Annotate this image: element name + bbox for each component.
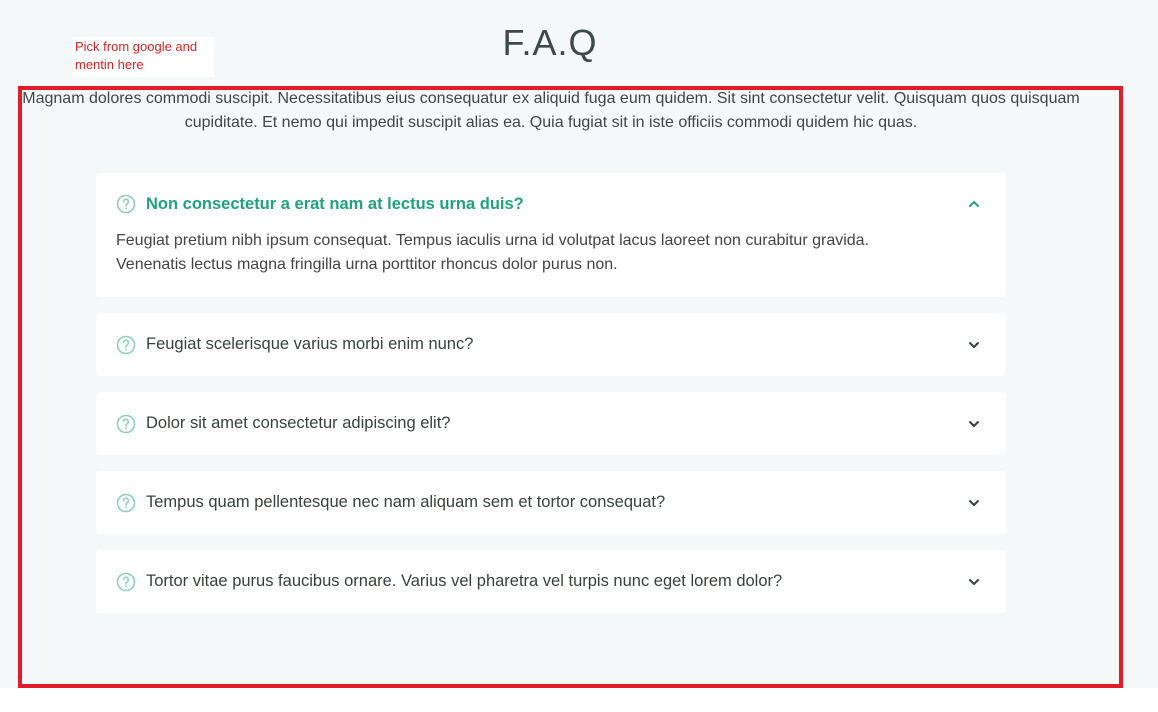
chevron-up-icon[interactable]	[967, 197, 981, 211]
faq-item[interactable]: Dolor sit amet consectetur adipiscing el…	[96, 392, 1006, 455]
intro-text: Magnam dolores commodi suscipit. Necessi…	[22, 90, 1080, 131]
page-bottom-strip	[0, 688, 1158, 712]
faq-header[interactable]: Tortor vitae purus faucibus ornare. Vari…	[116, 550, 986, 613]
faq-item[interactable]: Non consectetur a erat nam at lectus urn…	[96, 173, 1006, 297]
faq-header[interactable]: Non consectetur a erat nam at lectus urn…	[116, 193, 986, 215]
question-circle-icon	[116, 572, 136, 591]
chevron-down-icon[interactable]	[967, 496, 981, 510]
faq-question[interactable]: Feugiat scelerisque varius morbi enim nu…	[146, 335, 967, 354]
faq-item[interactable]: Tortor vitae purus faucibus ornare. Vari…	[96, 550, 1006, 613]
chevron-down-icon[interactable]	[967, 338, 981, 352]
faq-question[interactable]: Dolor sit amet consectetur adipiscing el…	[146, 414, 967, 433]
faq-header[interactable]: Tempus quam pellentesque nec nam aliquam…	[116, 471, 986, 534]
question-circle-icon	[116, 194, 136, 214]
faq-question[interactable]: Tortor vitae purus faucibus ornare. Vari…	[146, 572, 967, 591]
question-circle-icon	[116, 414, 136, 433]
faq-header[interactable]: Dolor sit amet consectetur adipiscing el…	[116, 392, 986, 455]
chevron-down-icon[interactable]	[967, 575, 981, 589]
faq-item[interactable]: Tempus quam pellentesque nec nam aliquam…	[96, 471, 1006, 534]
question-circle-icon	[116, 335, 136, 354]
faq-header[interactable]: Feugiat scelerisque varius morbi enim nu…	[116, 313, 986, 376]
faq-question[interactable]: Tempus quam pellentesque nec nam aliquam…	[146, 493, 967, 512]
chevron-down-icon[interactable]	[967, 417, 981, 431]
faq-item[interactable]: Feugiat scelerisque varius morbi enim nu…	[96, 313, 1006, 376]
faq-question[interactable]: Non consectetur a erat nam at lectus urn…	[146, 195, 967, 214]
faq-list: Non consectetur a erat nam at lectus urn…	[96, 173, 1006, 629]
question-circle-icon	[116, 493, 136, 512]
annotation-note: Pick from google and mentin here	[72, 37, 214, 77]
faq-answer: Feugiat pretium nibh ipsum consequat. Te…	[116, 232, 870, 273]
